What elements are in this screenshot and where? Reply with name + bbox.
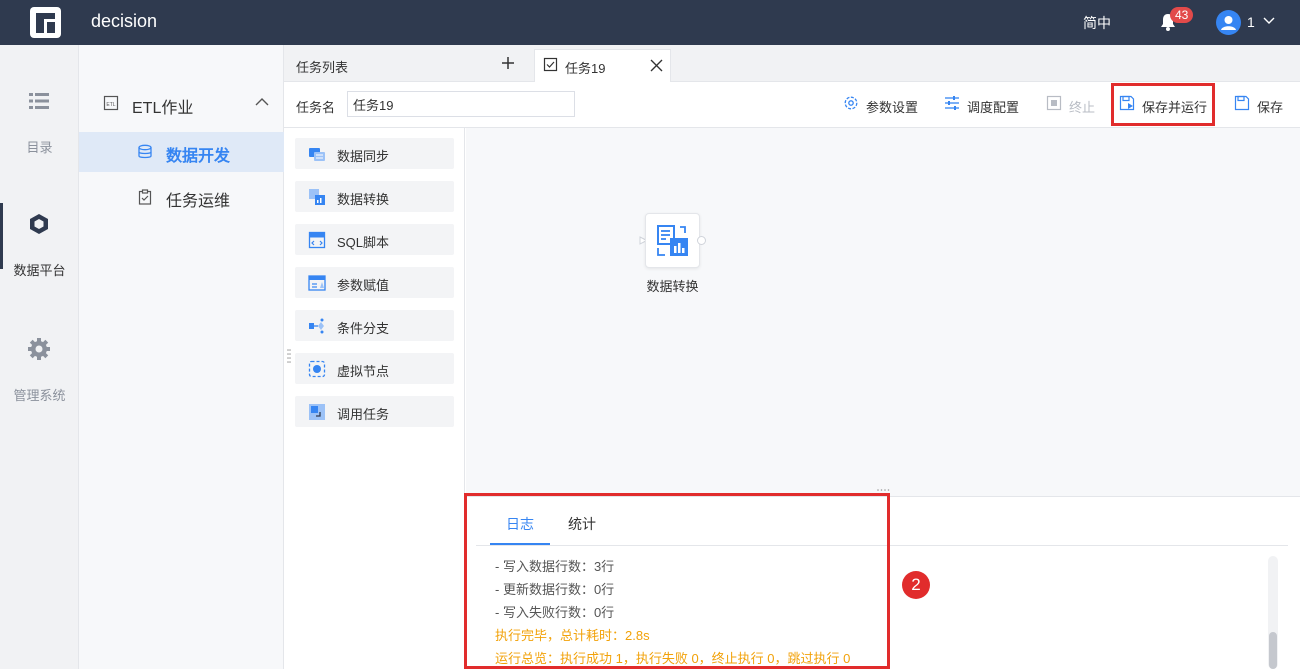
- rail-item-data-platform[interactable]: 数据平台: [0, 203, 79, 303]
- database-icon: [138, 144, 152, 159]
- task-name-input[interactable]: [347, 91, 575, 117]
- palette-item-label: 虚拟节点: [337, 364, 390, 379]
- rail-item-catalog[interactable]: 目录: [0, 90, 79, 180]
- data-sync-icon: [309, 148, 325, 161]
- clipboard-icon: [138, 189, 152, 205]
- workflow-canvas[interactable]: [466, 128, 1300, 496]
- list-icon: [29, 93, 49, 109]
- user-name[interactable]: 1: [1247, 14, 1255, 30]
- log-scrollbar-thumb[interactable]: [1269, 632, 1277, 669]
- chevron-up-icon[interactable]: [255, 97, 269, 107]
- notification-badge: 43: [1170, 7, 1194, 23]
- panel-resize-handle[interactable]: [287, 349, 291, 363]
- component-palette: 数据同步 数据转换 SQL脚本 参数赋值 条件分支 虚拟节点 调用任务: [284, 128, 465, 669]
- etl-icon: ETL: [103, 95, 119, 111]
- logo-icon[interactable]: [30, 7, 61, 38]
- palette-item-data-transform[interactable]: 数据转换: [295, 181, 454, 212]
- workflow-node-data-transform[interactable]: [645, 213, 700, 268]
- palette-item-param-assign[interactable]: 参数赋值: [295, 267, 454, 298]
- palette-item-label: 参数赋值: [337, 278, 390, 293]
- param-assign-icon: [308, 275, 326, 291]
- subnav-item-label: 数据开发: [166, 148, 231, 165]
- subnav-item-label: 任务运维: [166, 193, 231, 210]
- tab-task-list[interactable]: 任务列表: [284, 45, 533, 82]
- palette-item-call-task[interactable]: 调用任务: [295, 396, 454, 427]
- button-label: 参数设置: [866, 100, 919, 115]
- palette-item-label: 条件分支: [337, 321, 390, 336]
- stop-icon: [1046, 95, 1062, 111]
- save-icon: [1234, 95, 1250, 111]
- palette-item-virtual-node[interactable]: 虚拟节点: [295, 353, 454, 384]
- rail-item-label: 目录: [26, 140, 53, 155]
- etl-group-label: ETL作业: [132, 100, 194, 117]
- annotation-box-2: [464, 493, 890, 669]
- palette-item-label: 调用任务: [337, 407, 390, 422]
- palette-item-condition-branch[interactable]: 条件分支: [295, 310, 454, 341]
- sql-script-icon: [308, 231, 326, 249]
- rail-item-management[interactable]: 管理系统: [0, 338, 79, 428]
- avatar[interactable]: [1216, 10, 1241, 35]
- gear-icon: [28, 338, 50, 360]
- palette-item-label: SQL脚本: [337, 235, 390, 250]
- task-check-icon: [543, 57, 558, 72]
- top-header: decision 简中 43 1: [0, 0, 1300, 45]
- palette-item-label: 数据同步: [337, 149, 390, 164]
- palette-item-sql-script[interactable]: SQL脚本: [295, 224, 454, 255]
- subnav-item-data-dev[interactable]: 数据开发: [79, 132, 284, 172]
- settings-icon: [844, 96, 858, 110]
- node-label: 数据转换: [646, 279, 699, 294]
- rail-item-label: 数据平台: [13, 263, 66, 278]
- plus-icon[interactable]: [499, 54, 517, 72]
- rail-item-label: 管理系统: [13, 388, 66, 403]
- svg-text:ETL: ETL: [106, 102, 115, 108]
- sliders-icon: [945, 96, 959, 110]
- chevron-down-icon[interactable]: [1262, 14, 1276, 28]
- virtual-node-icon: [308, 360, 326, 378]
- condition-branch-icon: [309, 318, 324, 334]
- primary-sidebar: 目录 数据平台 管理系统: [0, 45, 79, 669]
- task-name-label: 任务名: [296, 100, 336, 115]
- secondary-sidebar: ETL ETL作业 数据开发 任务运维: [79, 45, 284, 669]
- app-title: decision: [91, 11, 158, 31]
- subnav-item-task-ops[interactable]: 任务运维: [79, 177, 284, 217]
- user-icon: [1221, 16, 1236, 30]
- node-output-port[interactable]: [697, 236, 706, 245]
- tab-label: 任务列表: [296, 60, 349, 75]
- etl-group-header[interactable]: ETL ETL作业: [79, 85, 284, 125]
- language-switch[interactable]: 简中: [1083, 13, 1111, 33]
- cube-icon: [30, 214, 48, 234]
- data-transform-icon: [309, 189, 325, 205]
- button-label: 终止: [1069, 100, 1096, 115]
- button-label: 保存: [1257, 100, 1284, 115]
- close-icon[interactable]: [650, 59, 663, 72]
- palette-item-data-sync[interactable]: 数据同步: [295, 138, 454, 169]
- annotation-box-1: [1111, 83, 1215, 126]
- tab-task19[interactable]: 任务19: [534, 49, 671, 82]
- palette-item-label: 数据转换: [337, 192, 390, 207]
- annotation-marker-2: 2: [902, 571, 930, 599]
- tab-bar: 任务列表 任务19: [284, 45, 1300, 82]
- tab-label: 任务19: [565, 61, 606, 76]
- button-label: 调度配置: [967, 100, 1020, 115]
- data-transform-icon: [657, 225, 688, 256]
- call-task-icon: [309, 404, 325, 420]
